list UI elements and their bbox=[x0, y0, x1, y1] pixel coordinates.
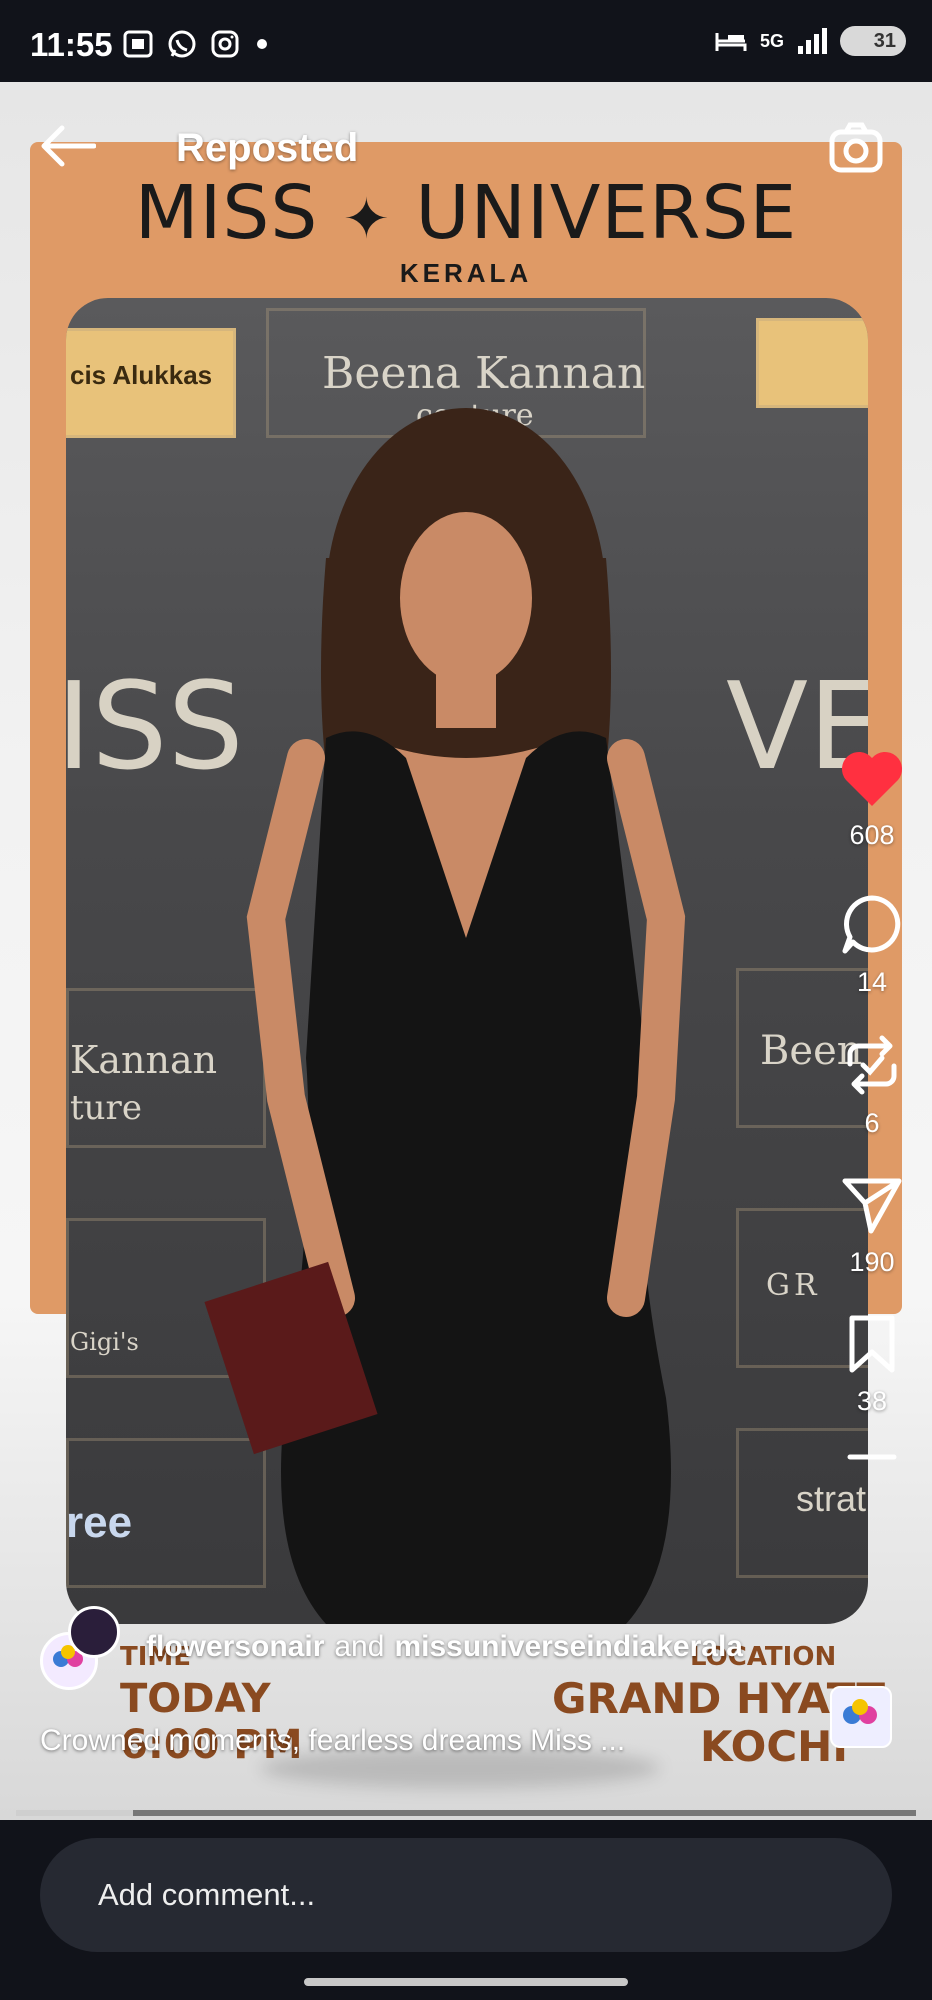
author-name-1[interactable]: flowersonair bbox=[146, 1630, 324, 1664]
battery-level: 31 bbox=[873, 29, 896, 52]
person-figure bbox=[204, 408, 686, 1624]
back-button[interactable] bbox=[38, 124, 97, 173]
poster-location-city: KOCHI bbox=[700, 1722, 848, 1771]
reposted-title: Reposted bbox=[176, 126, 359, 170]
audio-thumbnail[interactable] bbox=[830, 1686, 892, 1748]
save-button[interactable]: 38 bbox=[847, 1314, 897, 1417]
poster-brand-sub: KERALA bbox=[399, 258, 533, 288]
status-time: 11:55 bbox=[30, 26, 113, 63]
reel-content[interactable]: MISS ✦ UNIVERSE KERALA cis Alukkas Beena… bbox=[0, 82, 932, 1820]
status-icons-right: 5G 31 bbox=[714, 26, 906, 56]
camera-icon bbox=[829, 122, 883, 173]
repost-button[interactable]: 6 bbox=[842, 1034, 902, 1139]
heart-icon bbox=[841, 751, 903, 806]
reel-header: Reposted bbox=[0, 82, 932, 192]
comment-button[interactable]: 14 bbox=[841, 893, 903, 998]
camera-button[interactable] bbox=[828, 122, 884, 179]
author-name-2[interactable]: missuniverseindiakerala bbox=[394, 1630, 743, 1664]
action-rail: 608 14 6 190 38 bbox=[840, 750, 904, 1493]
status-bar: 11:55 5G 31 bbox=[0, 0, 932, 82]
avatar[interactable] bbox=[68, 1606, 120, 1658]
balloons-icon bbox=[843, 1699, 877, 1724]
author-row[interactable]: flowersonair and missuniverseindiakerala bbox=[40, 1606, 743, 1690]
more-options-icon bbox=[847, 1454, 897, 1460]
whatsapp-icon bbox=[168, 30, 196, 58]
progress-bar[interactable] bbox=[16, 1810, 916, 1816]
progress-fill bbox=[16, 1810, 133, 1816]
repost-icon bbox=[847, 1035, 897, 1095]
repost-count: 6 bbox=[864, 1108, 880, 1138]
5g-icon: 5G bbox=[759, 30, 784, 51]
dot-icon bbox=[257, 39, 267, 49]
reel-caption[interactable]: Crowned moments, fearless dreams Miss ..… bbox=[40, 1724, 625, 1758]
author-connector: and bbox=[334, 1630, 385, 1663]
save-count: 38 bbox=[856, 1386, 888, 1416]
poster-time-value: TODAY bbox=[120, 1676, 271, 1722]
share-count: 190 bbox=[849, 1247, 895, 1277]
instagram-icon bbox=[211, 30, 239, 58]
like-count: 608 bbox=[849, 820, 895, 850]
like-button[interactable]: 608 bbox=[840, 750, 904, 851]
comment-icon bbox=[842, 895, 901, 954]
comment-input[interactable] bbox=[40, 1838, 892, 1952]
back-arrow-icon bbox=[41, 125, 97, 167]
share-button[interactable]: 190 bbox=[841, 1175, 903, 1278]
screenshot-icon bbox=[123, 30, 153, 58]
bottom-bar bbox=[0, 1820, 932, 2000]
reel-photo: cis Alukkas Beena Kannan couture ISS VER… bbox=[66, 298, 868, 1624]
battery-icon: 31 bbox=[840, 26, 906, 56]
home-indicator[interactable] bbox=[304, 1978, 628, 1986]
avatar-stack[interactable] bbox=[40, 1606, 130, 1690]
comment-box[interactable] bbox=[40, 1838, 892, 1952]
comment-count: 14 bbox=[856, 967, 888, 997]
status-icons-left bbox=[122, 28, 272, 60]
bookmark-icon bbox=[849, 1315, 895, 1373]
bed-icon bbox=[715, 33, 747, 51]
more-options-button[interactable] bbox=[846, 1453, 898, 1493]
send-icon bbox=[842, 1178, 902, 1234]
signal-icon bbox=[798, 28, 827, 54]
star-icon: ✦ bbox=[342, 187, 391, 252]
